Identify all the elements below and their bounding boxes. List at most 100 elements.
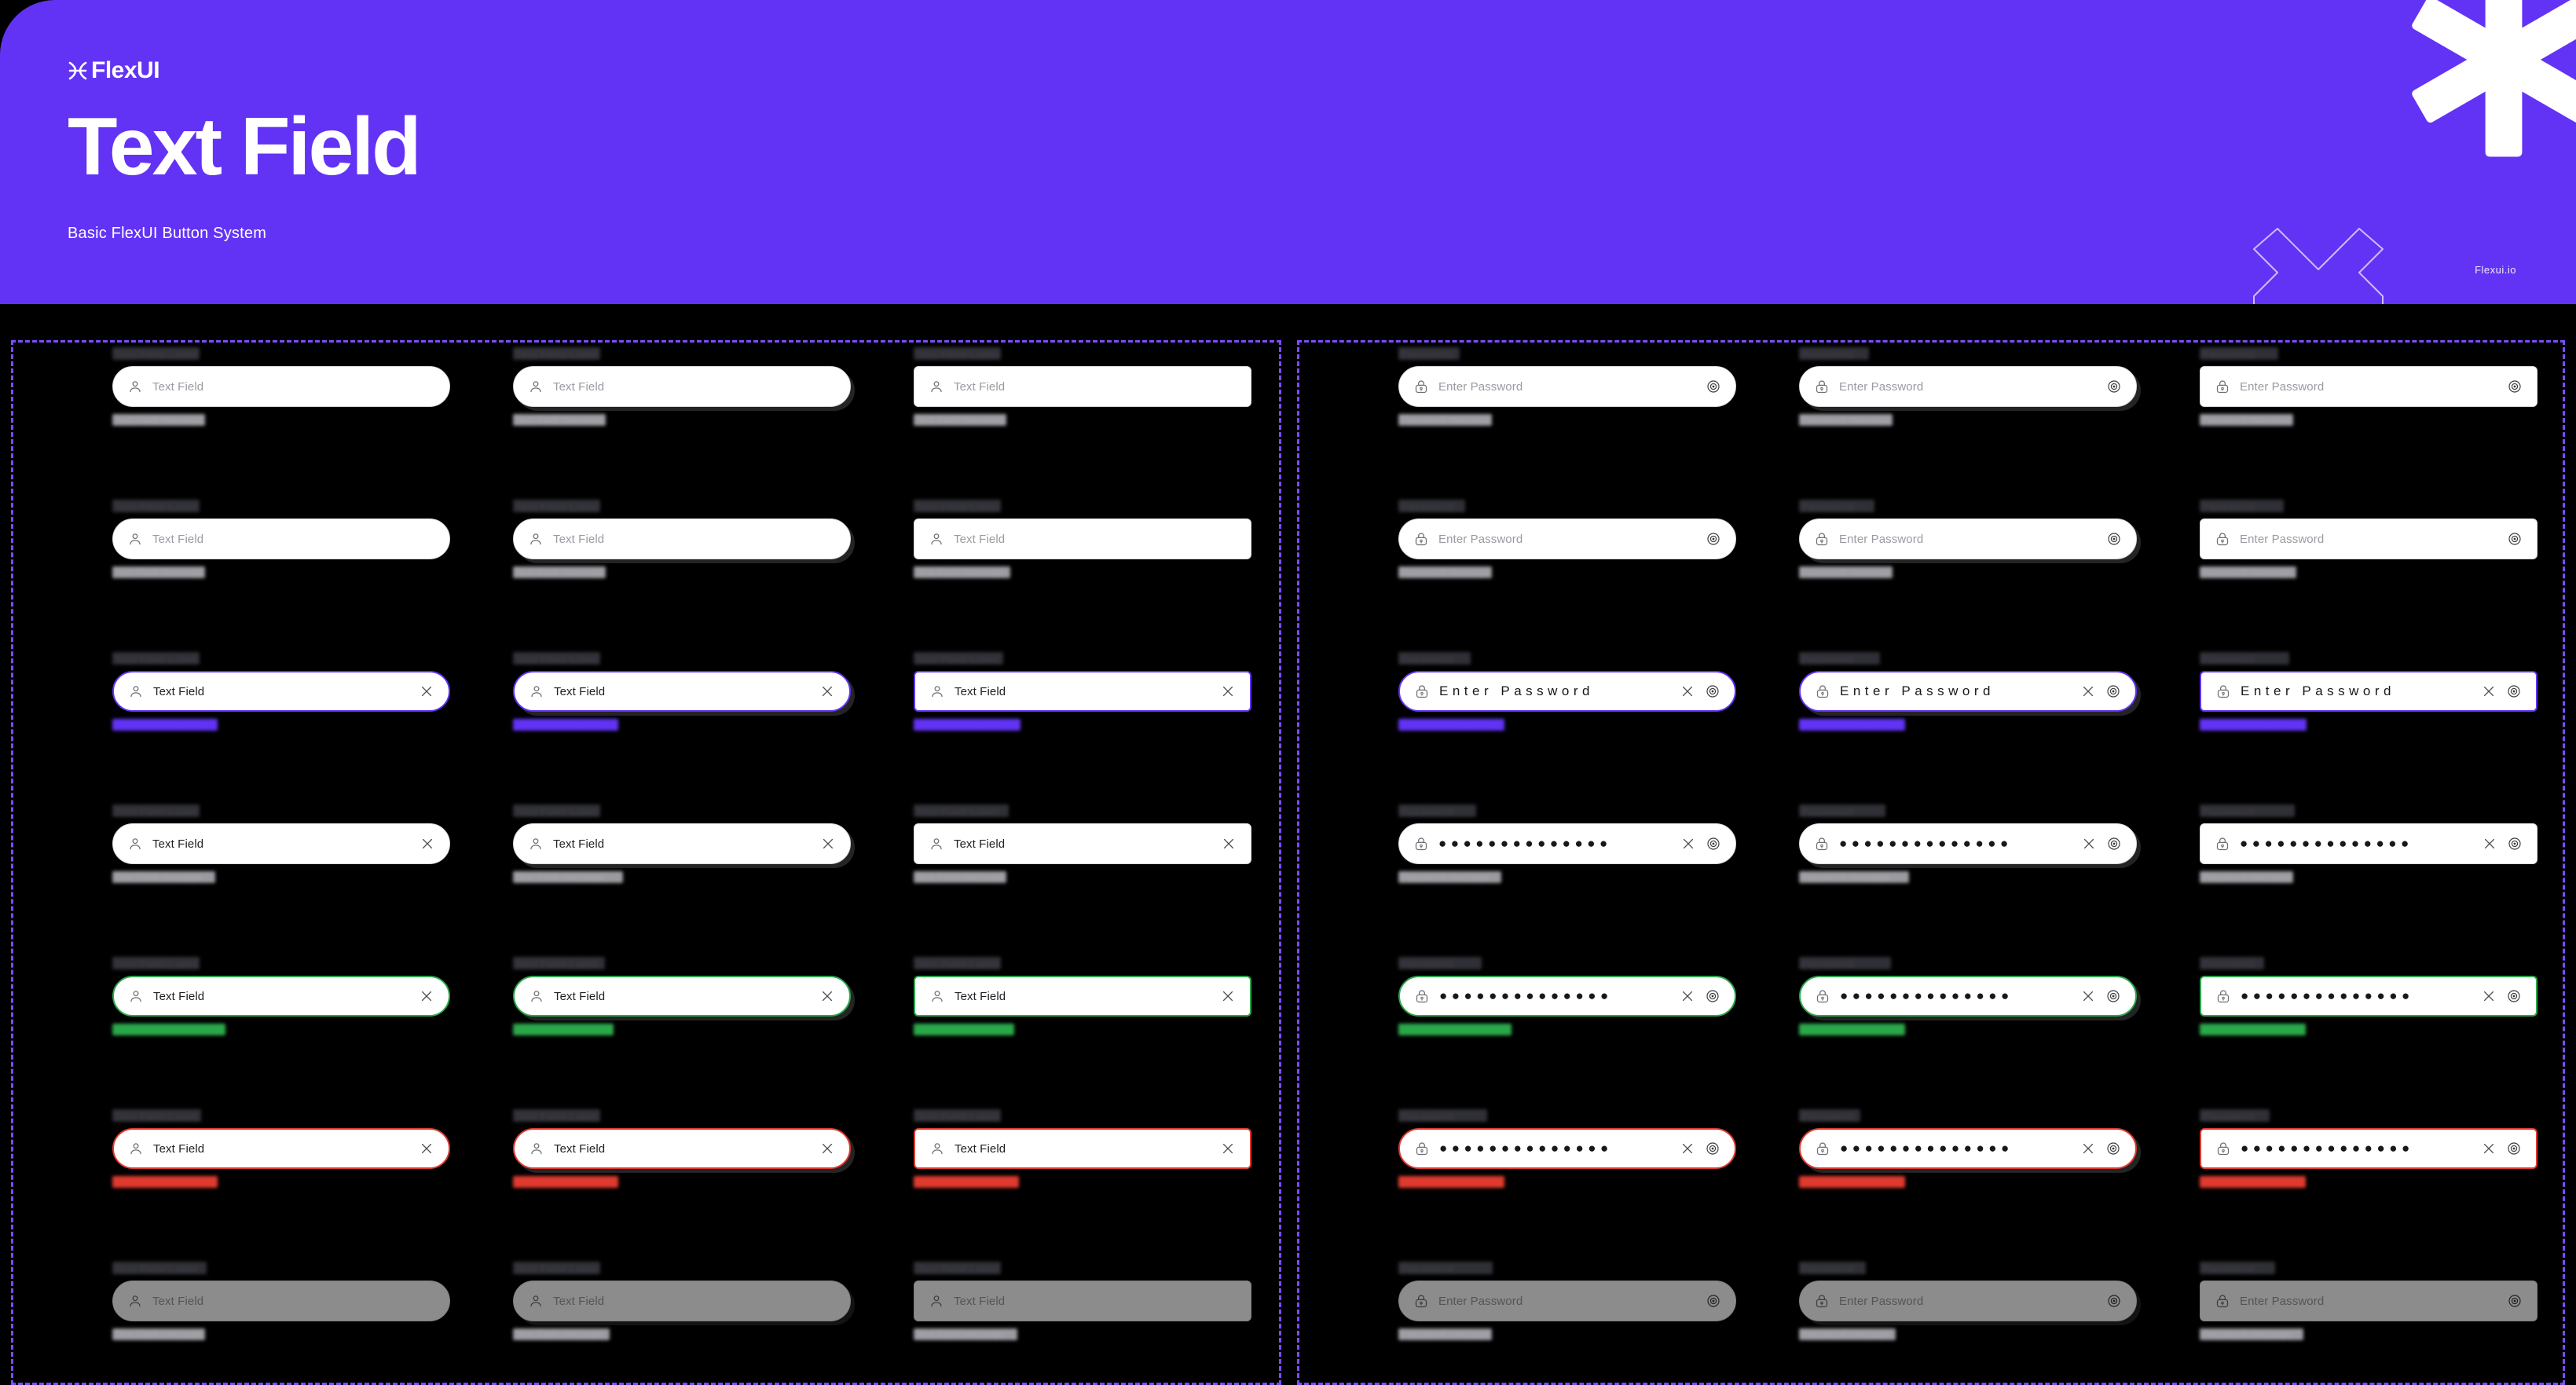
text-input-focused[interactable]: Enter Password [1398, 671, 1736, 712]
clear-input-icon[interactable] [419, 683, 434, 699]
field-cell-text-hover-rounded-shadow: Text Field Label Text Field Text Field mes… [513, 500, 851, 580]
toggle-password-visibility-icon[interactable] [2105, 1141, 2121, 1156]
text-input-focused[interactable]: Text Field [112, 671, 450, 712]
text-input-filled[interactable]: Text Field [513, 823, 851, 864]
toggle-password-visibility-icon[interactable] [2105, 988, 2121, 1004]
toggle-password-visibility-icon[interactable] [2507, 836, 2523, 852]
toggle-password-visibility-icon[interactable] [1706, 531, 1721, 547]
toggle-password-visibility-icon[interactable] [1706, 836, 1721, 852]
toggle-password-visibility-icon[interactable] [1705, 683, 1720, 699]
field-helper-label: Text Field message [115, 871, 203, 883]
text-input-success[interactable]: ●●●●●●●●●●●●●● [1799, 976, 2137, 1017]
text-input-hover[interactable]: Enter Password [1398, 518, 1736, 559]
text-input-success[interactable]: Text Field [914, 976, 1251, 1017]
text-input-success[interactable]: Text Field [513, 976, 851, 1017]
clear-input-icon[interactable] [2481, 1141, 2497, 1156]
user-icon [127, 836, 143, 852]
text-input-filled[interactable]: ●●●●●●●●●●●●●● [1398, 823, 1736, 864]
text-input-placeholder: Enter Password [2240, 379, 2325, 394]
toggle-password-visibility-icon[interactable] [2507, 379, 2523, 394]
toggle-password-visibility-icon[interactable] [1706, 379, 1721, 394]
text-input-focused[interactable]: Text Field [914, 671, 1251, 712]
toggle-password-visibility-icon[interactable] [2106, 531, 2122, 547]
site-url[interactable]: Flexui.io [2475, 264, 2516, 276]
text-input-success[interactable]: Text Field [112, 976, 450, 1017]
text-input-error[interactable]: ●●●●●●●●●●●●●● [1799, 1128, 2137, 1169]
field-helper-text: Text Field success [914, 1024, 1015, 1035]
clear-input-icon[interactable] [419, 1141, 434, 1156]
toggle-password-visibility-icon[interactable] [2506, 1141, 2522, 1156]
text-input-focused[interactable]: Enter Password [1799, 671, 2137, 712]
text-input-focused[interactable]: Text Field [513, 671, 851, 712]
page-subtitle: Basic FlexUI Button System [68, 225, 267, 242]
clear-input-icon[interactable] [819, 1141, 835, 1156]
text-input-default[interactable]: Enter Password [1398, 366, 1736, 407]
toggle-password-visibility-icon[interactable] [1705, 988, 1720, 1004]
text-input-error[interactable]: ●●●●●●●●●●●●●● [1398, 1128, 1736, 1169]
field-cell-password-error-square: Password ●●●●●●●●●●●●●● Password message [2200, 1109, 2538, 1190]
toggle-password-visibility-icon[interactable] [2506, 683, 2522, 699]
clear-input-icon[interactable] [1220, 988, 1236, 1004]
text-input-success[interactable]: ●●●●●●●●●●●●●● [2200, 976, 2538, 1017]
text-input-default[interactable]: Text Field [513, 366, 851, 407]
toggle-password-visibility-icon[interactable] [2106, 1293, 2122, 1309]
text-input-success[interactable]: ●●●●●●●●●●●●●● [1398, 976, 1736, 1017]
clear-input-icon[interactable] [419, 988, 434, 1004]
text-input-error[interactable]: Text Field [914, 1128, 1251, 1169]
clear-input-icon[interactable] [1680, 1141, 1695, 1156]
text-input-error[interactable]: Text Field [513, 1128, 851, 1169]
text-input-hover[interactable]: Text Field [914, 518, 1251, 559]
toggle-password-visibility-icon[interactable] [1705, 1141, 1720, 1156]
lock-icon [1814, 1293, 1830, 1309]
field-helper-label: Text Field success [127, 1024, 211, 1035]
text-input-hover[interactable]: Text Field [513, 518, 851, 559]
field-helper-label: Text Field message [515, 1328, 603, 1340]
brand-logo[interactable]: FlexUI [68, 59, 160, 82]
clear-input-icon[interactable] [1221, 836, 1237, 852]
text-input-placeholder: Enter Password [2240, 1294, 2325, 1308]
toggle-password-visibility-icon[interactable] [2106, 836, 2122, 852]
text-input-hover[interactable]: Enter Password [2200, 518, 2538, 559]
field-helper-label: Text Field message [929, 1176, 1017, 1188]
clear-input-icon[interactable] [2081, 836, 2097, 852]
text-input-filled[interactable]: Text Field [112, 823, 450, 864]
clear-input-icon[interactable] [1680, 836, 1696, 852]
clear-input-icon[interactable] [819, 683, 835, 699]
clear-input-icon[interactable] [2481, 988, 2497, 1004]
toggle-password-visibility-icon[interactable] [2105, 683, 2121, 699]
clear-input-icon[interactable] [2080, 683, 2096, 699]
text-input-filled[interactable]: Text Field [914, 823, 1251, 864]
text-input-default[interactable]: Text Field [914, 366, 1251, 407]
clear-input-icon[interactable] [819, 988, 835, 1004]
field-helper-text: Password message [1398, 566, 1493, 578]
clear-input-icon[interactable] [1680, 988, 1695, 1004]
clear-input-icon[interactable] [420, 836, 435, 852]
text-input-error[interactable]: ●●●●●●●●●●●●●● [2200, 1128, 2538, 1169]
toggle-password-visibility-icon[interactable] [1706, 1293, 1721, 1309]
text-input-default[interactable]: Enter Password [2200, 366, 2538, 407]
text-input-value: Enter Password [1439, 683, 1594, 698]
clear-input-icon[interactable] [1220, 683, 1236, 699]
toggle-password-visibility-icon[interactable] [2506, 988, 2522, 1004]
clear-input-icon[interactable] [1680, 683, 1695, 699]
toggle-password-visibility-icon[interactable] [2106, 379, 2122, 394]
text-input-hover[interactable]: Text Field [112, 518, 450, 559]
clear-input-icon[interactable] [2481, 683, 2497, 699]
clear-input-icon[interactable] [2482, 836, 2497, 852]
clear-input-icon[interactable] [2080, 1141, 2096, 1156]
clear-input-icon[interactable] [2080, 988, 2096, 1004]
field-helper-label: Password message [1413, 1176, 1503, 1188]
text-input-hover[interactable]: Enter Password [1799, 518, 2137, 559]
toggle-password-visibility-icon[interactable] [2507, 531, 2523, 547]
text-input-error[interactable]: Text Field [112, 1128, 450, 1169]
text-input-focused[interactable]: Enter Password [2200, 671, 2538, 712]
text-input-default[interactable]: Enter Password [1799, 366, 2137, 407]
clear-input-icon[interactable] [820, 836, 836, 852]
text-input-default[interactable]: Text Field [112, 366, 450, 407]
clear-input-icon[interactable] [1220, 1141, 1236, 1156]
text-input-filled[interactable]: ●●●●●●●●●●●●●● [1799, 823, 2137, 864]
text-input-filled[interactable]: ●●●●●●●●●●●●●● [2200, 823, 2538, 864]
lock-icon [2215, 531, 2230, 547]
toggle-password-visibility-icon[interactable] [2507, 1293, 2523, 1309]
field-helper-text: Password message [1799, 719, 1906, 731]
